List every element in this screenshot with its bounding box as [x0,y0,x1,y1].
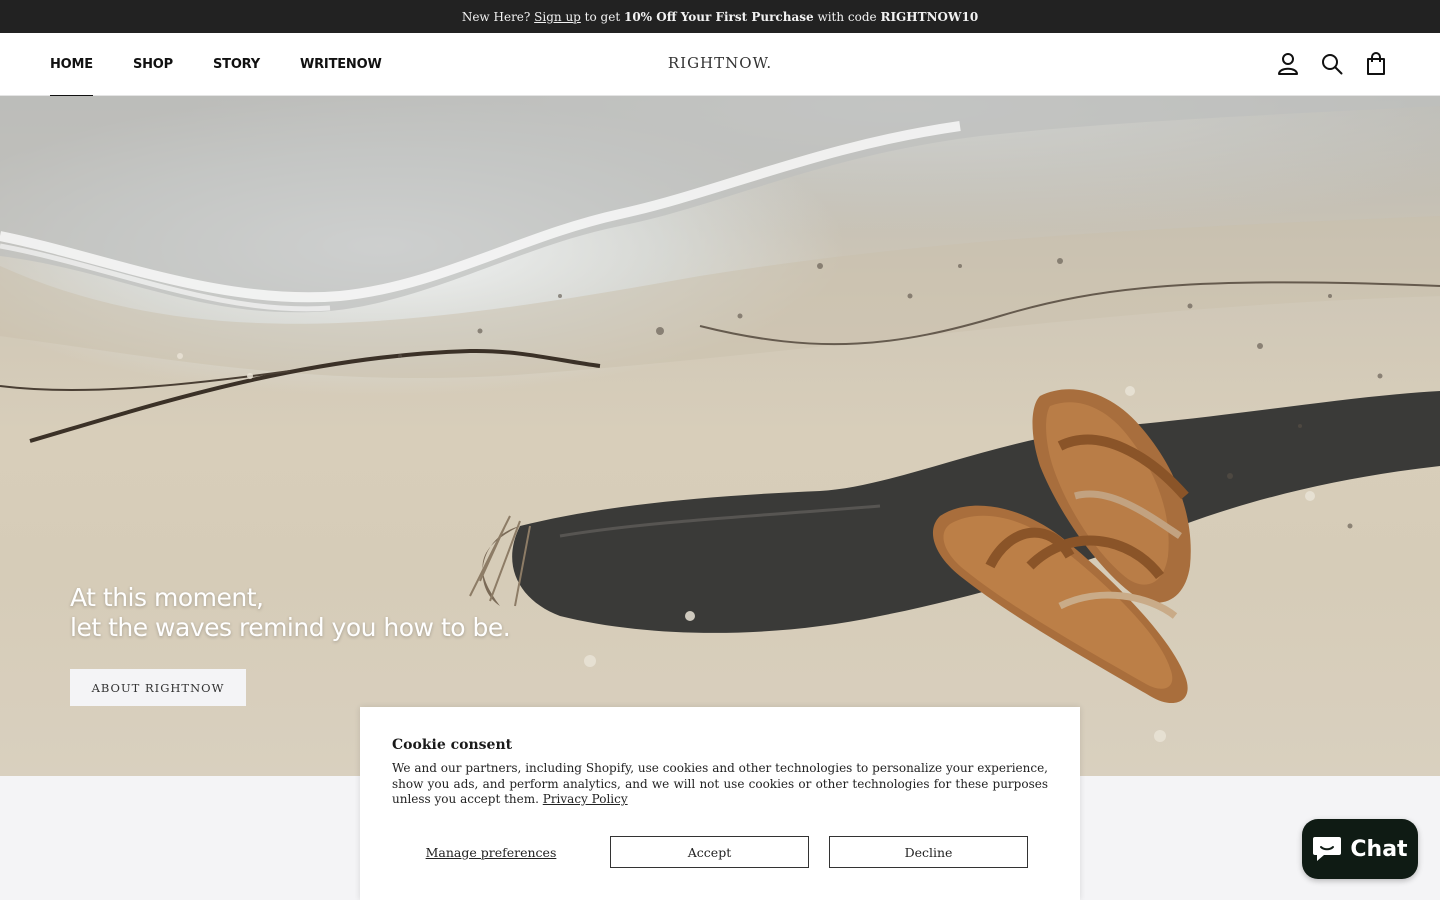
chat-bubble-icon [1313,837,1342,861]
about-button[interactable]: ABOUT RIGHTNOW [70,669,246,706]
nav-writenow[interactable]: WRITENOW [300,33,382,96]
site-header: RIGHTNOW. HOME SHOP STORY WRITENOW [0,33,1440,97]
announcement-offer: 10% Off Your First Purchase [623,9,814,24]
chat-label: Chat [1350,836,1408,862]
cart-icon[interactable] [1364,51,1388,77]
cookie-body: We and our partners, including Shopify, … [392,761,1048,808]
chat-button[interactable]: Chat [1302,819,1418,879]
announcement-code-text: with code [813,9,881,24]
signup-link[interactable]: Sign up [534,10,581,24]
site-logo[interactable]: RIGHTNOW. [668,54,772,72]
nav-home[interactable]: HOME [50,33,93,97]
hero-heading: At this moment, let the waves remind you… [70,583,511,643]
cookie-actions: Manage preferences Accept Decline [392,836,1048,868]
announcement-middle: to get [580,9,624,24]
announcement-prefix: New Here? [461,9,535,24]
cookie-title: Cookie consent [392,737,513,753]
announcement-bar: New Here? Sign up to get 10% Off Your Fi… [0,0,1440,33]
search-icon[interactable] [1320,51,1344,77]
account-icon[interactable] [1276,51,1300,77]
announcement-code: RIGHTNOW10 [880,9,979,24]
hero-banner: At this moment, let the waves remind you… [0,96,1440,776]
manage-preferences-link[interactable]: Manage preferences [392,845,590,860]
main-nav: HOME SHOP STORY WRITENOW [50,33,422,97]
decline-button[interactable]: Decline [829,836,1028,868]
nav-shop[interactable]: SHOP [133,33,173,96]
privacy-policy-link[interactable]: Privacy Policy [543,792,628,806]
cookie-consent-dialog: Cookie consent We and our partners, incl… [360,707,1080,900]
nav-story[interactable]: STORY [213,33,260,96]
cookie-body-text: We and our partners, including Shopify, … [392,761,1048,806]
hero-line-2: let the waves remind you how to be. [70,613,511,642]
hero-line-1: At this moment, [70,583,264,612]
header-icons [1276,51,1388,77]
accept-button[interactable]: Accept [610,836,809,868]
